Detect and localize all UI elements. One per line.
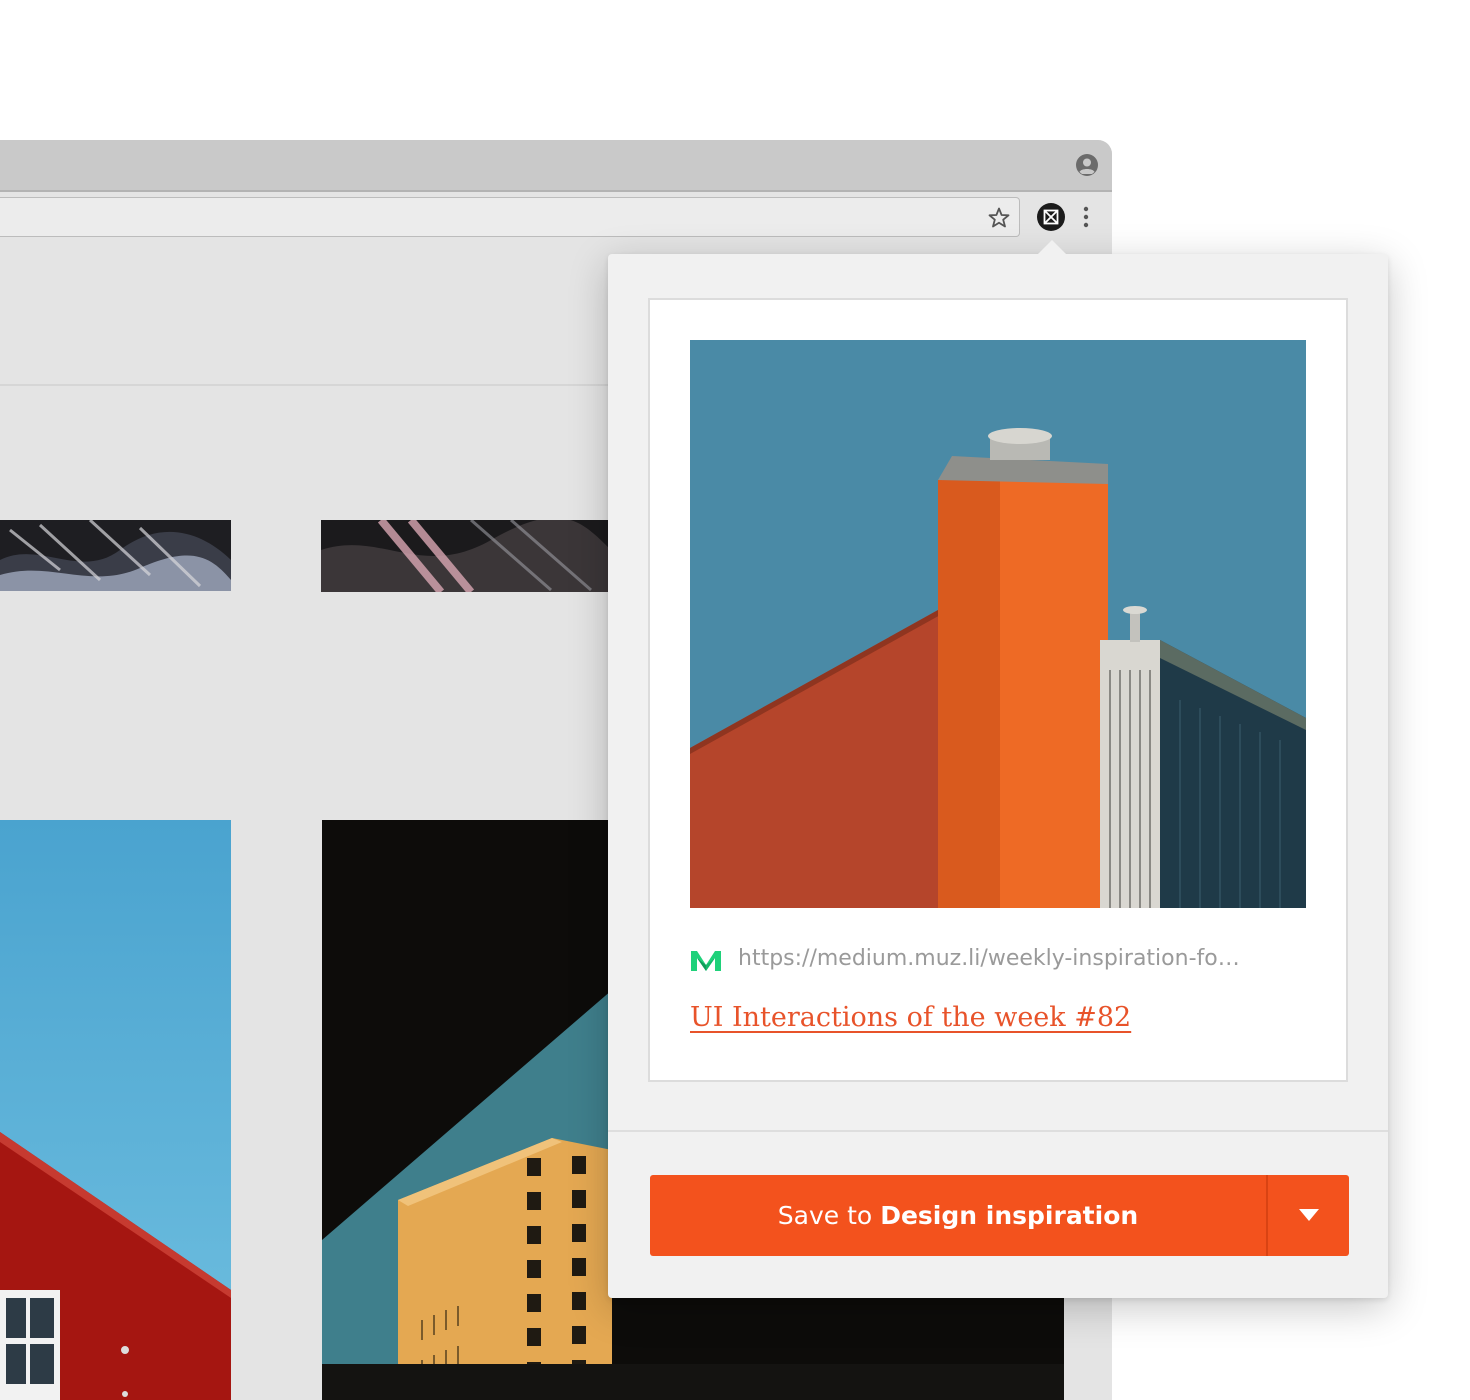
address-bar[interactable] [0,197,1020,237]
feed-image-abstract-1[interactable] [0,520,231,591]
extension-popup: https://medium.muz.li/weekly-inspiration… [608,240,1388,1298]
popup-caret [1038,240,1066,254]
browser-titlebar [0,140,1112,192]
source-row: https://medium.muz.li/weekly-inspiration… [690,942,1306,978]
source-url: https://medium.muz.li/weekly-inspiration… [738,946,1240,971]
preview-image [690,340,1306,908]
browser-toolbar [0,192,1112,248]
muzli-extension-icon[interactable] [1036,202,1066,232]
vertical-dots-icon[interactable] [1077,203,1095,231]
article-title-link[interactable]: UI Interactions of the week #82 [690,1002,1131,1033]
save-button-prefix: Save to [777,1201,873,1230]
save-to-collection-button[interactable]: Save to Design inspiration [650,1175,1266,1256]
medium-logo-icon [691,951,721,971]
account-circle-icon[interactable] [1075,153,1099,177]
chevron-down-icon [1299,1209,1319,1221]
feed-image-abstract-2[interactable] [321,520,611,592]
star-outline-icon[interactable] [987,206,1011,230]
save-preview-card: https://medium.muz.li/weekly-inspiration… [648,298,1348,1082]
feed-image-red-building[interactable] [0,820,231,1400]
popup-divider [608,1130,1388,1132]
collection-dropdown-button[interactable] [1268,1175,1349,1256]
save-button-collection: Design inspiration [880,1201,1139,1230]
